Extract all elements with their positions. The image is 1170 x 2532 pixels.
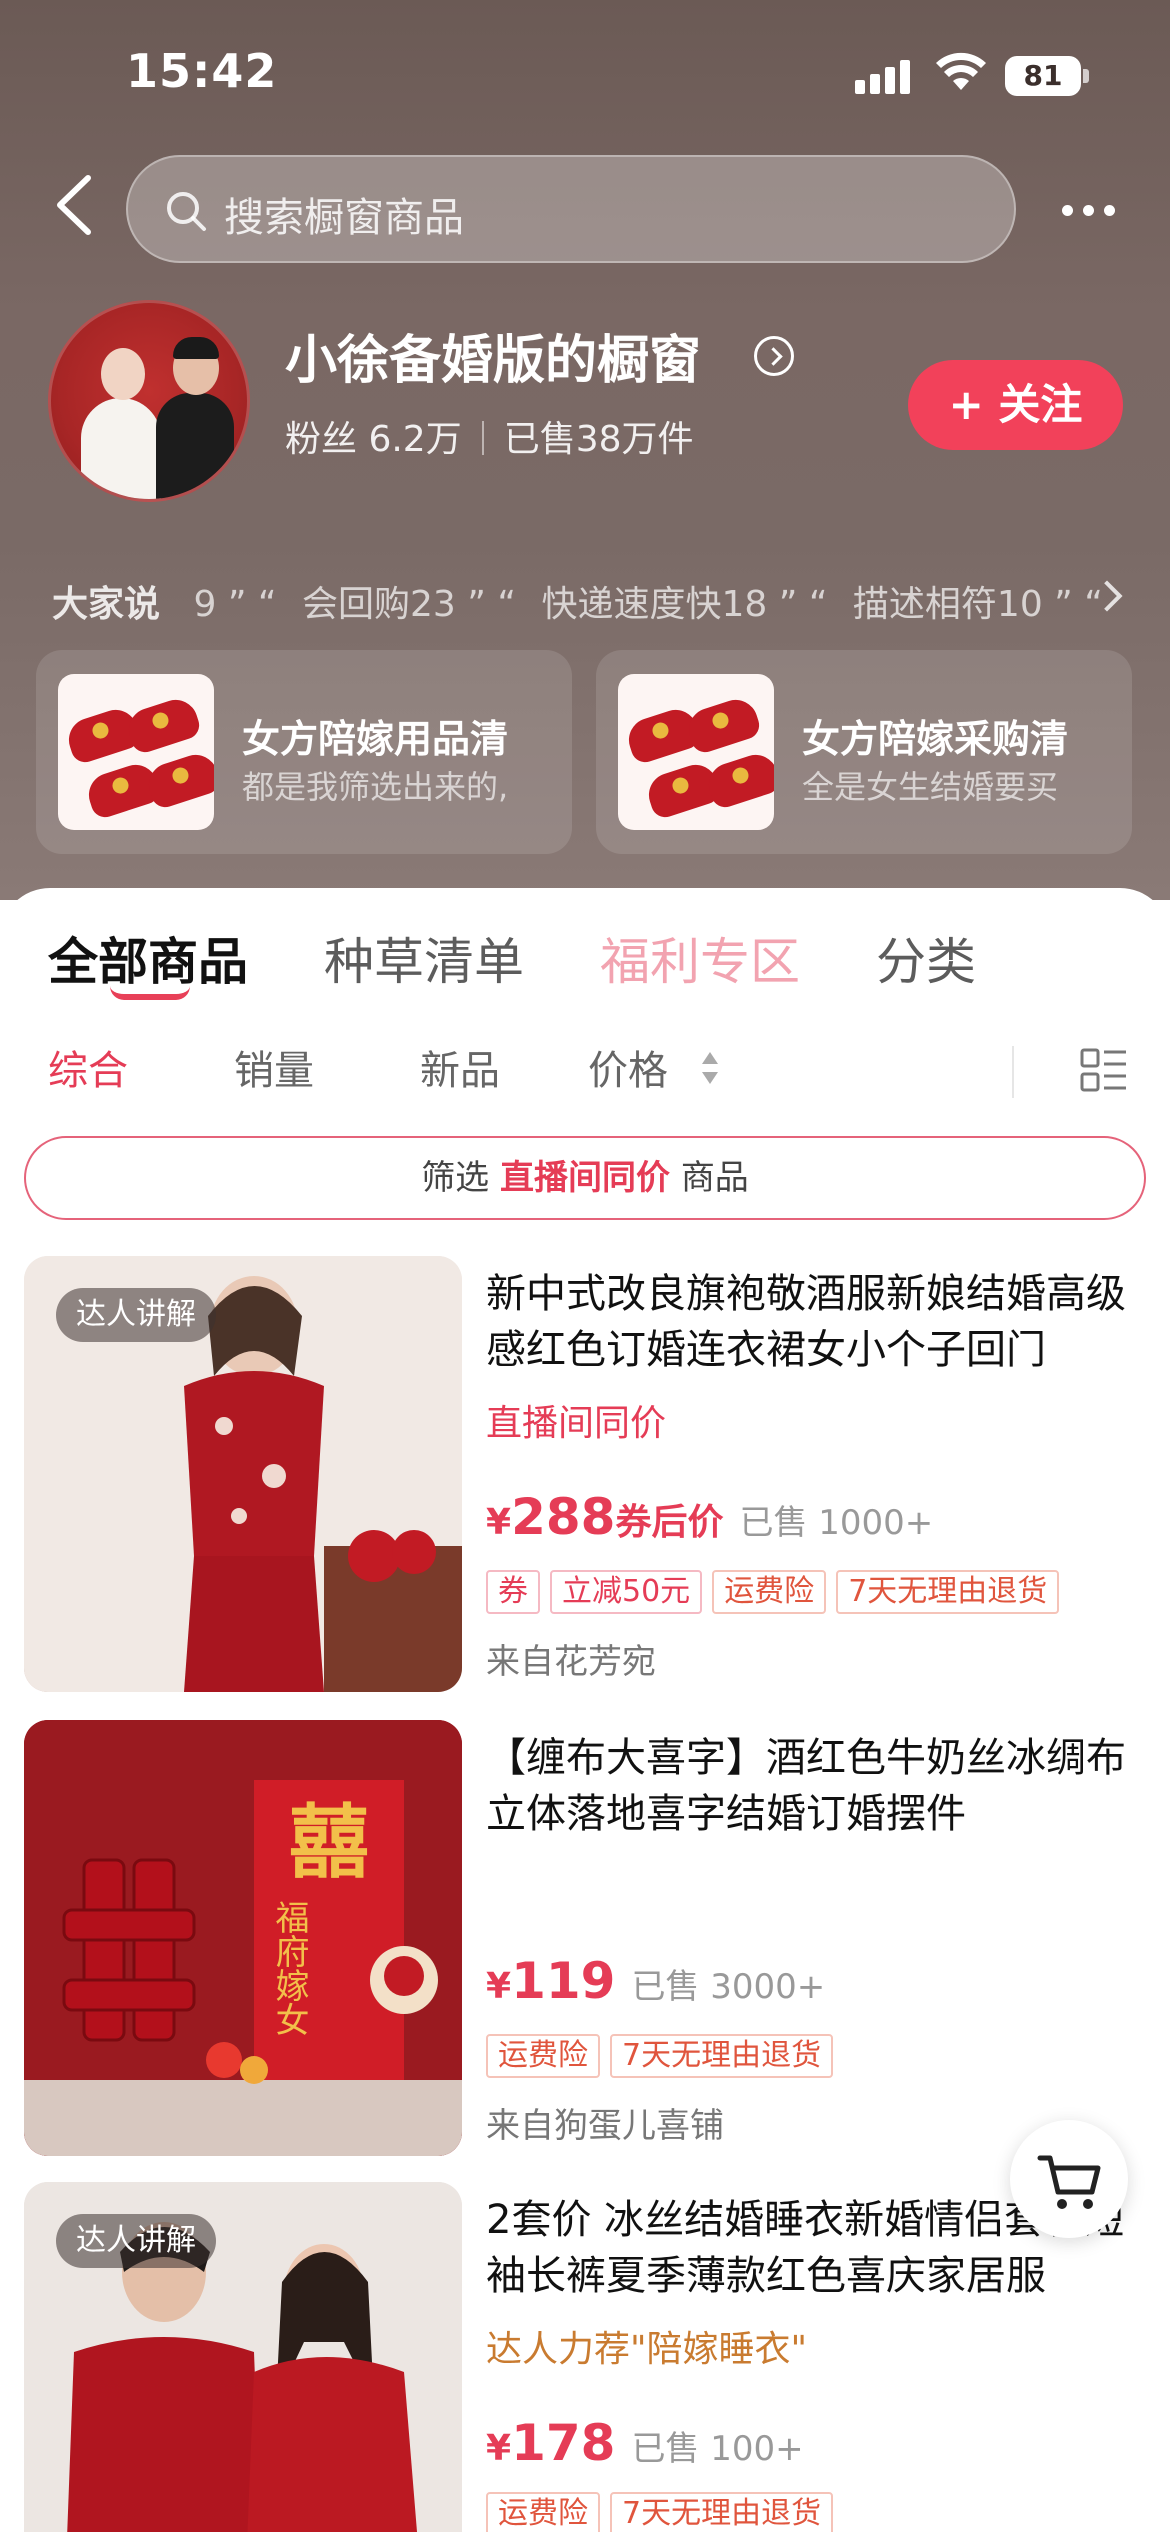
return-policy-tag: 7天无理由退货 [610, 2492, 834, 2532]
sold-count: 已售 1000+ [739, 1503, 934, 1543]
list-title: 女方陪嫁用品清 [242, 717, 509, 761]
tag-row: 券立减50元 运费险 7天无理由退货 [486, 1570, 1069, 1614]
sort-comprehensive[interactable]: 综合 [48, 1038, 128, 1096]
shipping-insurance-tag: 运费险 [486, 2034, 600, 2078]
search-input[interactable]: 搜索橱窗商品 [126, 155, 1016, 263]
status-time: 15:42 [126, 44, 278, 98]
more-options-icon[interactable] [1060, 195, 1120, 225]
product-title[interactable]: 【缠布大喜字】酒红色牛奶丝冰绸布立体落地喜字结婚订婚摆件 [486, 1730, 1146, 1842]
shop-stats: 粉丝 6.2万 已售38万件 [285, 410, 694, 462]
list-subtitle: 全是女生结婚要买 [802, 768, 1059, 806]
shop-source[interactable]: 来自花芳宛 [486, 1634, 656, 1683]
active-tab-indicator [110, 986, 190, 1000]
chevron-right-circle-icon[interactable] [754, 336, 794, 376]
follow-button[interactable]: + 关注 [908, 360, 1123, 450]
price-row: ¥178 已售 100+ [486, 2414, 804, 2472]
tab-recommend-list[interactable]: 种草清单 [324, 922, 524, 994]
shop-avatar[interactable] [48, 300, 250, 502]
shopping-cart-icon [1037, 2155, 1101, 2209]
tab-category[interactable]: 分类 [876, 922, 976, 994]
product-card[interactable]: 达人讲解 新中式改良旗袍敬酒服新娘结婚高级感红色订婚连衣裙女小个子回门 直播间同… [0, 1256, 1170, 1696]
product-image[interactable]: 囍 福府嫁女 [24, 1720, 462, 2156]
return-policy-tag: 7天无理由退货 [610, 2034, 834, 2078]
search-icon [167, 192, 206, 231]
product-card[interactable]: 达人讲解 2套价 冰丝结婚睡衣新婚情侣套装短袖长裤夏季薄款红色喜庆家居服 达人力… [0, 2182, 1170, 2532]
product-tagline: 直播间同价 [486, 1403, 667, 1444]
filter-highlight: 直播间同价 [500, 1158, 670, 1198]
product-badge: 达人讲解 [56, 2214, 216, 2268]
price-row: ¥288券后价 已售 1000+ [486, 1488, 933, 1546]
status-bar: 15:42 81 [0, 0, 1170, 150]
review-keywords[interactable]: 大家说 9 ” “ 会回购23 ” “ 快递速度快18 ” “ 描述相符10 ”… [52, 575, 1132, 625]
poster-text: 福府嫁女 [269, 1900, 309, 2036]
price: 178 [511, 2414, 616, 2472]
price-suffix: 券后价 [615, 1502, 724, 1543]
back-arrow-icon[interactable] [50, 170, 100, 240]
cellular-signal-icon [855, 58, 915, 94]
sort-bar: 综合 销量 新品 价格 [0, 1038, 1170, 1108]
product-panel: 全部商品 种草清单 福利专区 分类 综合 销量 新品 价格 筛选 直播间同价 商… [0, 888, 1170, 2532]
review-chip[interactable]: 9 ” “ [193, 584, 276, 625]
discount-tag: 立减50元 [550, 1570, 703, 1614]
list-thumbnail [58, 674, 214, 830]
product-card[interactable]: 囍 福府嫁女 【缠布大喜字】酒红色牛奶丝冰绸布立体落地喜字结婚订婚摆件 ¥119… [0, 1720, 1170, 2160]
follower-count: 粉丝 6.2万 [285, 419, 462, 460]
shipping-insurance-tag: 运费险 [486, 2492, 600, 2532]
sold-count: 已售 100+ [631, 2429, 804, 2469]
price-row: ¥119 已售 3000+ [486, 1952, 825, 2010]
review-chip[interactable]: 会回购23 ” “ [302, 584, 516, 625]
currency: ¥ [486, 1966, 512, 2007]
tag-row: 运费险 7天无理由退货 [486, 2492, 843, 2532]
shop-header: 15:42 81 搜索橱窗商品 小徐备婚版的橱窗 粉丝 6.2万 已售38万件 … [0, 0, 1170, 900]
shop-source[interactable]: 来自狗蛋儿喜铺 [486, 2098, 724, 2147]
shipping-insurance-tag: 运费险 [712, 1570, 827, 1614]
review-chip[interactable]: 描述相符10 ” “ [853, 584, 1103, 625]
product-badge: 达人讲解 [56, 1288, 216, 1342]
sold-count: 已售38万件 [503, 419, 694, 460]
battery-level: 81 [1005, 56, 1081, 96]
price: 288 [511, 1488, 616, 1546]
product-image[interactable]: 达人讲解 [24, 2182, 462, 2532]
wifi-icon [936, 52, 986, 90]
search-placeholder: 搜索橱窗商品 [224, 195, 464, 241]
tab-welfare[interactable]: 福利专区 [600, 922, 800, 994]
live-price-filter[interactable]: 筛选 直播间同价 商品 [24, 1136, 1146, 1220]
cart-button[interactable] [1010, 2120, 1128, 2238]
return-policy-tag: 7天无理由退货 [836, 1570, 1060, 1614]
currency: ¥ [486, 1502, 512, 1543]
tag-row: 运费险 7天无理由退货 [486, 2034, 843, 2078]
curated-list-card[interactable]: 女方陪嫁用品清 都是我筛选出来的, [36, 650, 572, 854]
product-title[interactable]: 新中式改良旗袍敬酒服新娘结婚高级感红色订婚连衣裙女小个子回门 [486, 1266, 1146, 1378]
sort-new[interactable]: 新品 [420, 1038, 500, 1096]
list-title: 女方陪嫁采购清 [802, 717, 1069, 761]
review-chip[interactable]: 快递速度快18 ” “ [541, 584, 827, 625]
list-subtitle: 都是我筛选出来的, [242, 768, 509, 806]
list-thumbnail [618, 674, 774, 830]
category-tabs: 全部商品 种草清单 福利专区 分类 [0, 922, 1170, 1002]
reviews-lead: 大家说 [52, 584, 161, 625]
price: 119 [511, 1952, 616, 2010]
list-layout-icon[interactable] [1080, 1046, 1128, 1094]
shop-name[interactable]: 小徐备婚版的橱窗 [285, 318, 701, 393]
xi-character: 囍 [289, 1796, 369, 1889]
tab-all-products[interactable]: 全部商品 [48, 922, 248, 994]
divider [1012, 1046, 1014, 1098]
coupon-tag: 券 [486, 1570, 540, 1614]
sort-toggle-icon[interactable] [700, 1050, 720, 1090]
sold-count: 已售 3000+ [631, 1967, 826, 2007]
currency: ¥ [486, 2428, 512, 2469]
filter-prefix: 筛选 [421, 1158, 490, 1198]
curated-list-card[interactable]: 女方陪嫁采购清 全是女生结婚要买 [596, 650, 1132, 854]
product-image[interactable]: 达人讲解 [24, 1256, 462, 1692]
sort-price[interactable]: 价格 [588, 1038, 668, 1096]
product-tagline: 达人力荐"陪嫁睡衣" [486, 2329, 808, 2370]
filter-suffix: 商品 [680, 1158, 749, 1198]
battery-icon: 81 [1005, 56, 1089, 96]
sort-sales[interactable]: 销量 [234, 1038, 314, 1096]
